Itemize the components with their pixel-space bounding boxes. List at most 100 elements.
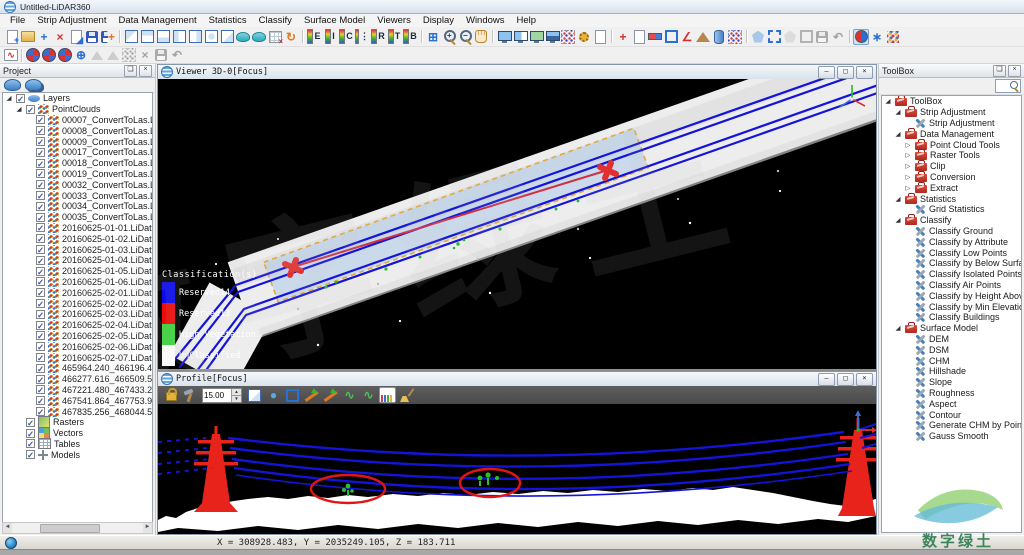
profile-select-rect-button[interactable] (284, 387, 301, 403)
save-project-as-button[interactable]: + (100, 29, 116, 45)
visibility-checkbox[interactable]: ✓ (36, 191, 45, 200)
link-viewers-button[interactable] (512, 29, 528, 45)
view-front-button[interactable] (187, 29, 203, 45)
tree-expander-icon[interactable]: ▷ (904, 184, 912, 192)
project-item-20160625-02-03-lidata[interactable]: ✓20160625-02-03.LiData (3, 309, 152, 320)
view-left-button[interactable] (155, 29, 171, 45)
new-project-button[interactable]: + (4, 29, 20, 45)
view-right-button[interactable] (171, 29, 187, 45)
new-viewer-button[interactable] (496, 29, 512, 45)
toolbox-panel-close-button[interactable]: × (1008, 65, 1021, 77)
toolbox-item-strip-adjustment[interactable]: ◢Strip Adjustment (882, 107, 1021, 118)
select-polygon-button[interactable] (750, 29, 766, 45)
visibility-checkbox[interactable]: ✓ (36, 321, 45, 330)
tin-mesh-2-button[interactable] (105, 47, 121, 63)
project-item-20160625-01-01-lidata[interactable]: ✓20160625-01-01.LiData (3, 223, 152, 234)
project-item-rasters[interactable]: ✓Rasters (3, 417, 152, 428)
profile-restore-button[interactable]: □ (837, 373, 854, 386)
visibility-checkbox[interactable]: ✓ (36, 126, 45, 135)
select-rectangle-button[interactable] (766, 29, 782, 45)
toolbox-item-dsm[interactable]: DSM (882, 344, 1021, 355)
toolbox-item-contour[interactable]: Contour (882, 409, 1021, 420)
rotate-view-button[interactable]: ↻ (283, 29, 299, 45)
zoom-in-button[interactable]: + (441, 29, 457, 45)
project-item-00034-converttolas-lidata[interactable]: ✓00034_ConvertToLas.LiData (3, 201, 152, 212)
project-item-layers[interactable]: ◢✓Layers (3, 93, 152, 104)
project-item-467221-480-467433-272-lidata[interactable]: ✓467221.480_467433.272.LiData (3, 385, 152, 396)
dual-viewer-button[interactable] (528, 29, 544, 45)
visibility-checkbox[interactable]: ✓ (36, 180, 45, 189)
toolbox-item-point-cloud-tools[interactable]: ▷Point Cloud Tools (882, 139, 1021, 150)
toolbox-item-statistics[interactable]: ◢Statistics (882, 193, 1021, 204)
project-item-20160625-02-05-lidata[interactable]: ✓20160625-02-05.LiData (3, 331, 152, 342)
toolbox-item-classify-by-height-above-gro[interactable]: Classify by Height Above Gro (882, 290, 1021, 301)
project-item-20160625-01-02-lidata[interactable]: ✓20160625-01-02.LiData (3, 233, 152, 244)
pan-button[interactable] (473, 29, 489, 45)
select-sphere-button[interactable] (782, 29, 798, 45)
show-all-layers-button[interactable] (25, 79, 42, 91)
profile-close-button[interactable]: × (856, 373, 873, 386)
view-bottom-button[interactable] (139, 29, 155, 45)
profile-clean-button[interactable] (398, 387, 415, 403)
visibility-checkbox[interactable]: ✓ (36, 137, 45, 146)
project-item-00007-converttolas-lidata[interactable]: ✓00007_ConvertToLas.LiData (3, 115, 152, 126)
project-item-tables[interactable]: ✓Tables (3, 439, 152, 450)
project-item-466277-616-466509-528-lidata[interactable]: ✓466277.616_466509.528.LiData (3, 374, 152, 385)
clear-classification-button[interactable]: × (137, 47, 153, 63)
tree-expander-icon[interactable]: ◢ (894, 195, 902, 203)
project-item-20160625-02-02-lidata[interactable]: ✓20160625-02-02.LiData (3, 298, 152, 309)
menu-viewers[interactable]: Viewers (371, 15, 417, 26)
toolbox-search-input[interactable] (995, 79, 1021, 93)
visibility-checkbox[interactable]: ✓ (36, 353, 45, 362)
project-item-20160625-02-06-lidata[interactable]: ✓20160625-02-06.LiData (3, 341, 152, 352)
menu-statistics[interactable]: Statistics (203, 15, 253, 26)
tree-expander-icon[interactable]: ▷ (904, 151, 912, 159)
visibility-checkbox[interactable]: ✓ (36, 115, 45, 124)
save-selection-button[interactable] (814, 29, 830, 45)
viewer-3d-canvas[interactable]: Classification(s) Reserved14Reserved13Hi… (158, 79, 876, 369)
visibility-checkbox[interactable]: ✓ (36, 256, 45, 265)
toolbox-item-raster-tools[interactable]: ▷Raster Tools (882, 150, 1021, 161)
show-pointcloud-layers-button[interactable] (4, 79, 21, 91)
measure-note-button[interactable] (631, 29, 647, 45)
project-item-20160625-02-07-lidata[interactable]: ✓20160625-02-07.LiData (3, 352, 152, 363)
toolbox-item-classify[interactable]: ◢Classify (882, 215, 1021, 226)
menu-file[interactable]: File (4, 15, 31, 26)
project-item-20160625-01-06-lidata[interactable]: ✓20160625-01-06.LiData (3, 277, 152, 288)
point-cloud-merge-button[interactable] (251, 29, 267, 45)
tree-expander-icon[interactable]: ◢ (894, 108, 902, 116)
visibility-checkbox[interactable]: ✓ (36, 267, 45, 276)
toolbox-item-chm[interactable]: CHM (882, 355, 1021, 366)
tin-mesh-button[interactable] (89, 47, 105, 63)
profile-3d-button[interactable] (246, 387, 263, 403)
toolbox-item-classify-buildings[interactable]: Classify Buildings (882, 312, 1021, 323)
measure-volume-button[interactable] (695, 29, 711, 45)
project-item-467541-864-467753-984-lidata[interactable]: ✓467541.864_467753.984.LiData (3, 395, 152, 406)
visibility-checkbox[interactable]: ✓ (36, 277, 45, 286)
toolbox-item-classify-ground[interactable]: Classify Ground (882, 226, 1021, 237)
toolbox-item-slope[interactable]: Slope (882, 377, 1021, 388)
save-project-button[interactable] (84, 29, 100, 45)
project-item-models[interactable]: ✓Models (3, 449, 152, 460)
project-item-00008-converttolas-lidata[interactable]: ✓00008_ConvertToLas.LiData (3, 125, 152, 136)
color-by-return-button[interactable]: R (370, 29, 386, 45)
toolbox-item-classify-air-points[interactable]: Classify Air Points (882, 280, 1021, 291)
project-item-20160625-02-01-lidata[interactable]: ✓20160625-02-01.LiData (3, 287, 152, 298)
color-blend-button[interactable]: B (402, 29, 418, 45)
visibility-checkbox[interactable]: ✓ (16, 94, 25, 103)
profile-canvas[interactable] (158, 404, 876, 534)
menu-surface-model[interactable]: Surface Model (298, 15, 371, 26)
project-horizontal-scrollbar[interactable]: ◄ ► (2, 522, 153, 534)
project-item-00019-converttolas-lidata[interactable]: ✓00019_ConvertToLas.LiData (3, 169, 152, 180)
toolbox-item-classify-by-min-elevation[interactable]: Classify by Min Elevation (882, 301, 1021, 312)
color-by-time-button[interactable]: T (386, 29, 402, 45)
viewer-3d-restore-button[interactable]: □ (837, 66, 854, 79)
project-item-00017-converttolas-lidata[interactable]: ✓00017_ConvertToLas.LiData (3, 147, 152, 158)
classify-interactive-button[interactable] (25, 47, 41, 63)
project-item-20160625-02-04-lidata[interactable]: ✓20160625-02-04.LiData (3, 320, 152, 331)
profile-rotate-button[interactable] (303, 387, 320, 403)
visibility-checkbox[interactable]: ✓ (26, 450, 35, 459)
measure-density-button[interactable] (727, 29, 743, 45)
view-top-button[interactable] (123, 29, 139, 45)
color-by-intensity-button[interactable]: I (322, 29, 338, 45)
